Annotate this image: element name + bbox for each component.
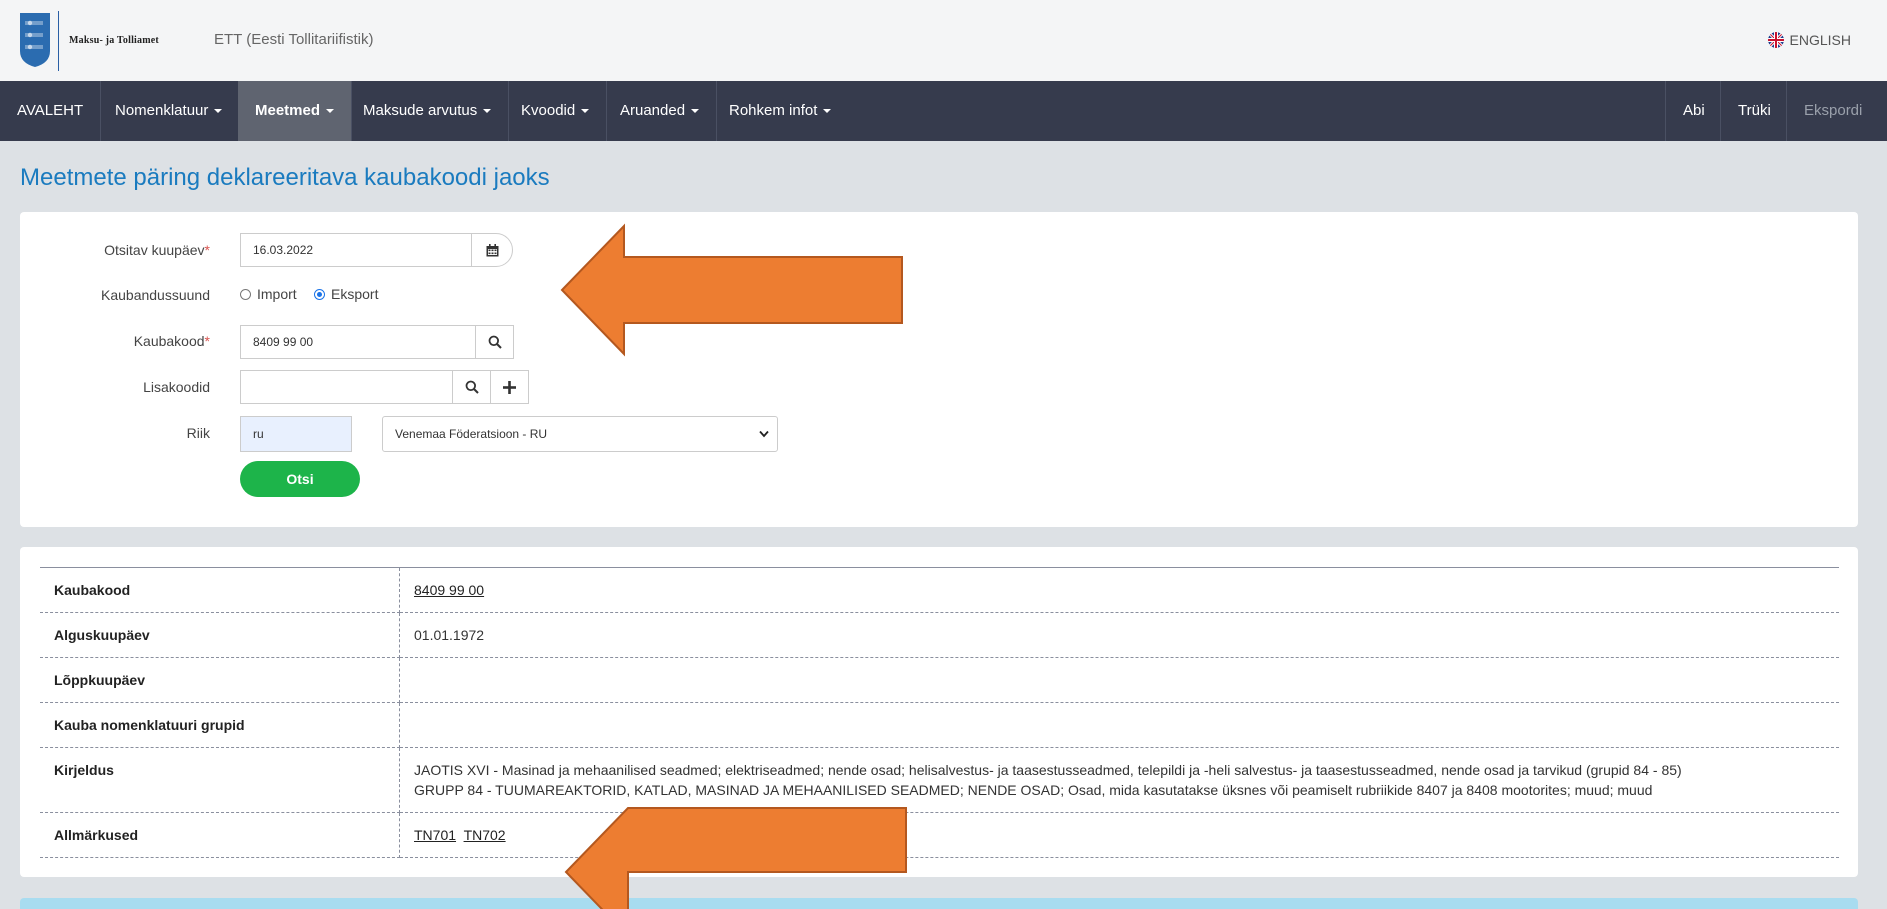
table-row: Kaubakood 8409 99 00	[40, 567, 1839, 613]
radio-import-label: Import	[257, 286, 297, 302]
row-key: Kaubakood	[40, 567, 400, 613]
calendar-button[interactable]	[471, 233, 513, 267]
footnote-link[interactable]: TN702	[464, 827, 506, 843]
radio-circle-checked-icon	[314, 288, 325, 300]
nav-more-info-label: Rohkem infot	[729, 102, 818, 119]
language-switch[interactable]: ENGLISH	[1767, 32, 1851, 48]
table-row: Allmärkused TN701 TN702	[40, 812, 1839, 858]
date-label-text: Otsitav kuupäev	[104, 242, 205, 258]
info-bar	[20, 898, 1858, 909]
row-key: Lõppkuupäev	[40, 657, 400, 703]
table-row: Kauba nomenklatuuri grupid	[40, 702, 1839, 748]
code-input[interactable]: 8409 99 00	[240, 325, 476, 359]
commodity-code-link[interactable]: 8409 99 00	[414, 582, 484, 598]
nav-print[interactable]: Trüki	[1720, 81, 1788, 141]
country-select[interactable]: Venemaa Föderatsioon - RU	[382, 416, 778, 452]
language-label: ENGLISH	[1789, 32, 1851, 48]
footnote-link[interactable]: TN701	[414, 827, 456, 843]
direction-label: Kaubandussuund	[101, 287, 210, 303]
row-key: Alguskuupäev	[40, 612, 400, 658]
row-key: Kirjeldus	[40, 747, 400, 813]
caret-down-icon	[691, 109, 700, 114]
top-header: Maksu- ja Tolliamet ETT (Eesti Tollitari…	[0, 0, 1887, 82]
row-value: 8409 99 00	[399, 567, 1839, 613]
search-icon	[465, 380, 479, 394]
nav-quotas-label: Kvoodid	[521, 102, 576, 119]
caret-down-icon	[483, 109, 492, 114]
add-extra-code-button[interactable]	[490, 370, 529, 404]
nav-export[interactable]: Ekspordi	[1786, 81, 1887, 141]
table-row: Kirjeldus JAOTIS XVI - Masinad ja mehaan…	[40, 747, 1839, 813]
row-value	[399, 657, 1839, 703]
country-label: Riik	[186, 425, 210, 441]
description-line: GRUPP 84 - TUUMAREAKTORID, KATLAD, MASIN…	[414, 782, 1653, 798]
date-label: Otsitav kuupäev*	[20, 242, 210, 258]
radio-circle-icon	[240, 288, 251, 300]
radio-export-label: Eksport	[331, 286, 379, 302]
nav-tax-calculation[interactable]: Maksude arvutus	[346, 81, 510, 141]
nav-help[interactable]: Abi	[1665, 81, 1722, 141]
logo-text[interactable]: Maksu- ja Tolliamet	[69, 35, 159, 46]
nav-measures-label: Meetmed	[255, 102, 321, 119]
nav-measures[interactable]: Meetmed	[238, 81, 353, 141]
annotation-arrow-icon	[560, 223, 903, 357]
row-key: Kauba nomenklatuuri grupid	[40, 702, 400, 748]
page-title: Meetmete päring deklareeritava kaubakood…	[20, 164, 550, 191]
description-line: JAOTIS XVI - Masinad ja mehaanilised sea…	[414, 762, 1682, 778]
country-code-input[interactable]: ru	[240, 416, 352, 452]
results-table: Kaubakood 8409 99 00 Alguskuupäev 01.01.…	[40, 567, 1839, 858]
search-button[interactable]: Otsi	[240, 461, 360, 497]
logo-divider	[58, 11, 59, 71]
table-row: Lõppkuupäev	[40, 657, 1839, 703]
search-icon	[488, 335, 502, 349]
radio-import[interactable]: Import	[240, 286, 297, 302]
nav-reports-label: Aruanded	[620, 102, 686, 119]
nav-nomenclature-label: Nomenklatuur	[115, 102, 209, 119]
caret-down-icon	[823, 109, 832, 114]
row-value: JAOTIS XVI - Masinad ja mehaanilised sea…	[399, 747, 1839, 813]
nav-tax-calculation-label: Maksude arvutus	[363, 102, 478, 119]
code-search-button[interactable]	[475, 325, 514, 359]
plus-icon	[503, 380, 516, 394]
extra-codes-input[interactable]	[240, 370, 453, 404]
caret-down-icon	[581, 109, 590, 114]
estonian-coat-of-arms-icon[interactable]	[18, 11, 60, 69]
row-value	[399, 702, 1839, 748]
row-key: Allmärkused	[40, 812, 400, 858]
nav-nomenclature[interactable]: Nomenklatuur	[98, 81, 241, 141]
app-title: ETT (Eesti Tollitariifistik)	[214, 31, 374, 48]
required-mark: *	[204, 333, 210, 349]
nav-reports[interactable]: Aruanded	[603, 81, 718, 141]
caret-down-icon	[214, 109, 223, 114]
uk-flag-icon	[1767, 32, 1784, 48]
annotation-arrow-icon	[564, 807, 907, 909]
nav-home-label: AVALEHT	[17, 102, 84, 119]
code-label-text: Kaubakood	[133, 333, 205, 349]
row-value: 01.01.1972	[399, 612, 1839, 658]
nav-home[interactable]: AVALEHT	[0, 81, 102, 141]
country-select-value: Venemaa Föderatsioon - RU	[395, 427, 548, 441]
code-label: Kaubakood*	[20, 333, 210, 349]
extra-codes-label: Lisakoodid	[143, 379, 210, 395]
date-input[interactable]: 16.03.2022	[240, 233, 472, 267]
radio-export[interactable]: Eksport	[314, 286, 378, 302]
table-row: Alguskuupäev 01.01.1972	[40, 612, 1839, 658]
chevron-down-icon	[759, 430, 769, 438]
calendar-icon	[486, 243, 498, 256]
nav-quotas[interactable]: Kvoodid	[504, 81, 608, 141]
nav-more-info[interactable]: Rohkem infot	[712, 81, 848, 141]
caret-down-icon	[326, 109, 335, 114]
main-navbar: AVALEHT Nomenklatuur Meetmed Maksude arv…	[0, 81, 1887, 141]
required-mark: *	[204, 242, 210, 258]
extra-codes-search-button[interactable]	[452, 370, 491, 404]
